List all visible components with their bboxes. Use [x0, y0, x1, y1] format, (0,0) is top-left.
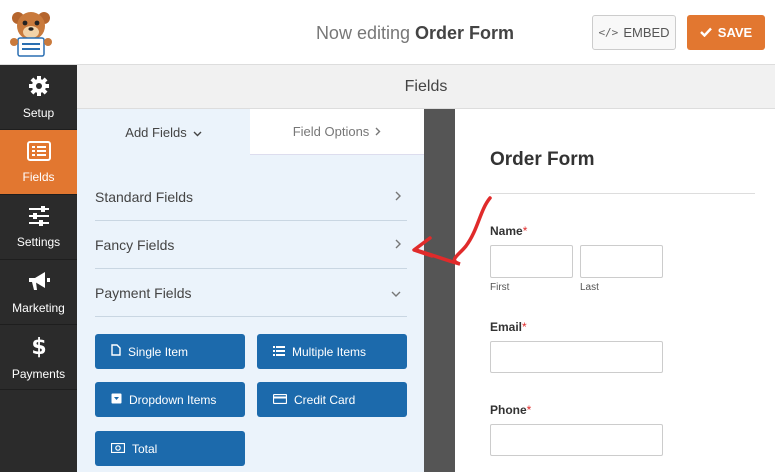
title-prefix: Now editing — [315, 23, 410, 43]
phone-field-label: Phone* — [490, 403, 531, 417]
form-preview: Order Form Name* First Last Email* Phone… — [455, 109, 775, 472]
credit-card-button[interactable]: Credit Card — [257, 382, 407, 417]
last-name-input[interactable] — [580, 245, 663, 278]
group-payment-fields[interactable]: Payment Fields — [95, 269, 407, 317]
form-title: Order Form — [490, 149, 595, 170]
multiple-items-button[interactable]: Multiple Items — [257, 334, 407, 369]
sidebar-item-fields[interactable]: Fields — [0, 130, 77, 195]
required-mark: * — [522, 320, 527, 334]
sliders-icon — [28, 205, 50, 235]
fields-icon — [26, 140, 51, 170]
tab-add-fields[interactable]: Add Fields — [77, 109, 250, 155]
group-label: Standard Fields — [95, 188, 194, 205]
button-label: Multiple Items — [292, 344, 367, 359]
total-button[interactable]: Total — [95, 431, 245, 466]
sidebar-item-label: Fields — [22, 169, 55, 184]
first-sublabel: First — [490, 282, 510, 293]
save-label: SAVE — [717, 25, 753, 40]
button-label: Single Item — [128, 344, 189, 359]
form-name: Order Form — [415, 23, 515, 43]
dropdown-items-button[interactable]: Dropdown Items — [95, 382, 245, 417]
label-text: Phone — [490, 403, 527, 417]
svg-text:$: $ — [31, 335, 46, 358]
form-divider — [490, 193, 755, 194]
group-label: Fancy Fields — [95, 236, 175, 253]
add-fields-panel: Add Fields Field Options Standard Fields… — [77, 109, 424, 472]
required-mark: * — [526, 403, 532, 417]
tab-field-options[interactable]: Field Options — [250, 109, 424, 155]
checkmark-icon — [699, 25, 712, 40]
code-icon: </> — [598, 26, 619, 39]
required-mark: * — [522, 224, 528, 238]
sidebar-item-marketing[interactable]: Marketing — [0, 260, 77, 325]
dropdown-icon — [111, 393, 122, 407]
file-icon — [111, 344, 121, 359]
email-field-label: Email* — [490, 320, 527, 334]
top-bar: Now editing Order Form </> EMBED SAVE — [0, 0, 775, 65]
chevron-right-icon — [375, 124, 381, 139]
list-icon — [273, 345, 285, 359]
money-icon — [110, 442, 126, 456]
megaphone-icon — [27, 270, 51, 301]
save-button[interactable]: SAVE — [687, 15, 765, 50]
sidebar-item-settings[interactable]: Settings — [0, 195, 77, 260]
single-item-button[interactable]: Single Item — [95, 334, 245, 369]
embed-button[interactable]: </> EMBED — [592, 15, 676, 50]
preview-gutter — [424, 109, 455, 472]
email-input[interactable] — [490, 341, 663, 373]
button-label: Dropdown Items — [129, 392, 217, 407]
group-standard-fields[interactable]: Standard Fields — [95, 173, 407, 221]
label-text: Email — [490, 320, 523, 334]
builder-sidebar: Setup Fields Settings Marketing $ Paymen… — [0, 65, 77, 472]
group-fancy-fields[interactable]: Fancy Fields — [95, 221, 407, 269]
embed-label: EMBED — [623, 25, 670, 40]
chevron-down-icon — [193, 125, 202, 140]
sidebar-item-label: Marketing — [12, 300, 65, 315]
button-label: Total — [132, 441, 158, 456]
sidebar-item-label: Settings — [16, 234, 61, 249]
dollar-icon: $ — [31, 334, 47, 367]
sidebar-item-label: Setup — [22, 105, 55, 120]
fields-header-title: Fields — [404, 77, 448, 95]
credit-card-icon — [272, 393, 288, 407]
button-label: Credit Card — [294, 392, 356, 407]
annotation-arrow — [400, 190, 500, 275]
first-name-input[interactable] — [490, 245, 573, 278]
fields-header: Fields — [77, 65, 775, 109]
sidebar-item-setup[interactable]: Setup — [0, 65, 77, 130]
tab-label: Add Fields — [125, 124, 187, 140]
phone-input[interactable] — [490, 424, 663, 456]
chevron-down-icon — [391, 285, 407, 300]
last-sublabel: Last — [580, 282, 599, 293]
sidebar-item-payments[interactable]: $ Payments — [0, 325, 77, 390]
sidebar-item-label: Payments — [11, 366, 66, 381]
group-label: Payment Fields — [95, 284, 192, 301]
tab-label: Field Options — [292, 124, 370, 139]
gear-icon — [28, 75, 50, 106]
